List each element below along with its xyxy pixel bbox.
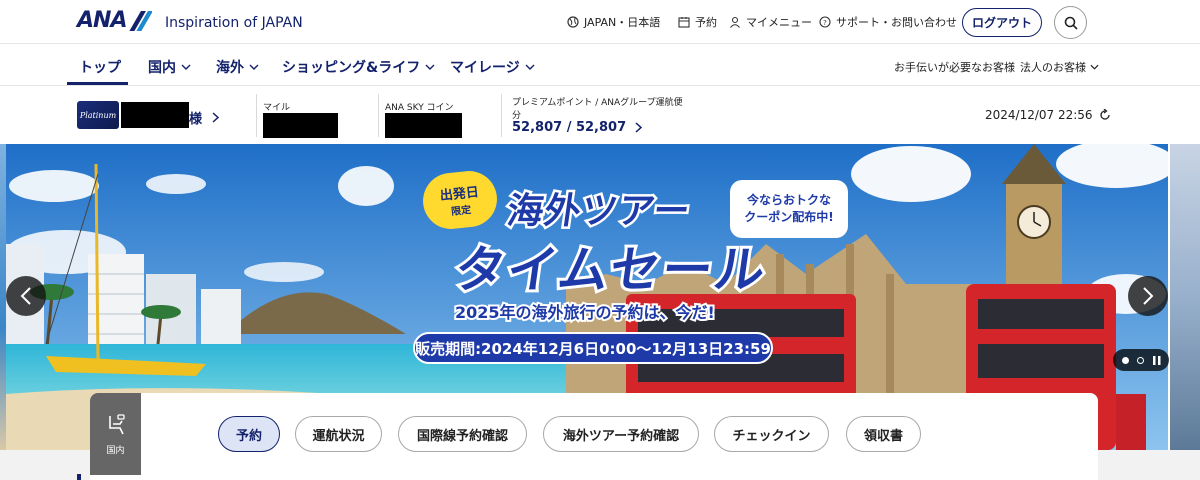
pill-label: 国際線予約確認: [416, 428, 508, 444]
coupon-line2: クーポン配布中!: [744, 210, 834, 224]
help-icon: ?: [819, 16, 831, 28]
carousel-dot-active[interactable]: [1121, 356, 1129, 364]
banner-subtitle: 2025年の海外旅行の予約は、今だ!: [453, 301, 717, 324]
logout-button[interactable]: ログアウト: [962, 8, 1042, 37]
coupon-bubble: 今ならおトクな クーポン配布中!: [730, 180, 848, 238]
nav-top[interactable]: トップ: [79, 57, 121, 77]
carousel-next-button[interactable]: [1128, 276, 1168, 316]
pill-label: 領収書: [863, 428, 903, 444]
carousel-controls: [1113, 349, 1169, 371]
user-icon: [730, 16, 740, 28]
sale-period: 販売期間:2024年12月6日0:00〜12月13日23:59: [413, 332, 773, 364]
nav-international[interactable]: 海外: [216, 57, 259, 77]
carousel-dot[interactable]: [1137, 356, 1144, 364]
chevron-right-icon: [212, 112, 220, 123]
timestamp-text: 2024/12/07 22:56: [985, 108, 1093, 122]
nav-domestic[interactable]: 国内: [148, 57, 191, 77]
main-nav: トップ 国内 海外 ショッピング&ライフ マイレージ お手伝いが必要なお客様 法…: [0, 45, 1200, 86]
overseas-tour-check-button[interactable]: 海外ツアー予約確認: [543, 416, 699, 452]
redacted-name: [121, 102, 189, 128]
nav-mileage[interactable]: マイレージ: [450, 57, 535, 77]
badge-line1: 出発日: [439, 185, 480, 205]
quick-booking-button[interactable]: 予約: [218, 416, 280, 452]
nav-shopping-life-label: ショッピング&ライフ: [282, 60, 421, 76]
check-in-button[interactable]: チェックイン: [714, 416, 829, 452]
divider: [256, 94, 257, 137]
nav-mileage-label: マイレージ: [450, 60, 520, 76]
membership-card-image[interactable]: Platinum: [77, 101, 119, 129]
badge-line2: 限定: [450, 204, 472, 218]
redacted-coins: [385, 113, 462, 138]
top-header: ANA Inspiration of JAPAN JAPAN・日本語 予約 マイ…: [0, 0, 1200, 44]
pill-label: 海外ツアー予約確認: [562, 428, 680, 444]
chevron-right-icon: [635, 122, 643, 133]
receipt-button[interactable]: 領収書: [846, 416, 921, 452]
search-icon: [1064, 16, 1078, 30]
booking-label: 予約: [695, 16, 717, 29]
svg-text:?: ?: [823, 19, 827, 27]
region-selector[interactable]: JAPAN・日本語: [567, 14, 660, 30]
premium-points-value: 52,807 / 52,807: [512, 120, 627, 135]
next-slide-peek: [1170, 144, 1200, 450]
ana-logo[interactable]: ANA: [77, 8, 153, 33]
nav-domestic-label: 国内: [148, 60, 176, 76]
tagline: Inspiration of JAPAN: [165, 15, 303, 31]
calendar-icon: [678, 17, 690, 28]
premium-points-label: プレミアムポイント / ANAグループ運航便: [512, 98, 683, 108]
divider: [501, 94, 502, 137]
banner-title-line1: 海外ツアー: [502, 189, 696, 235]
flight-status-button[interactable]: 運航状況: [295, 416, 382, 452]
pill-label: 予約: [235, 428, 262, 444]
booking-link[interactable]: 予約: [678, 14, 717, 30]
last-updated: 2024/12/07 22:56: [985, 108, 1111, 122]
chevron-down-icon: [1090, 64, 1099, 70]
nav-active-indicator: [67, 82, 128, 85]
pill-label: 運航状況: [312, 428, 365, 444]
member-name-link[interactable]: 様: [189, 108, 220, 127]
domestic-tab[interactable]: 国内: [90, 393, 141, 475]
globe-icon: [567, 16, 579, 28]
logo-text: ANA: [77, 8, 127, 33]
banner-title-line2: タイムセール: [448, 238, 773, 302]
logo-mark-icon: [128, 11, 153, 31]
carousel-prev-button[interactable]: [6, 276, 46, 316]
chevron-down-icon: [181, 64, 191, 70]
member-info-bar: Platinum 様 マイル ANA SKY コイン プレミアムポイント / A…: [0, 87, 1200, 144]
chevron-left-icon: [20, 287, 31, 305]
chevron-right-icon: [1143, 287, 1154, 305]
corporate-link[interactable]: 法人のお客様: [1020, 59, 1099, 75]
honorific: 様: [189, 112, 203, 127]
nav-international-label: 海外: [216, 60, 244, 76]
assist-link[interactable]: お手伝いが必要なお客様: [894, 59, 1015, 75]
coin-label: ANA SKY コイン: [385, 103, 454, 113]
assist-label: お手伝いが必要なお客様: [894, 61, 1015, 74]
my-menu-label: マイメニュー: [746, 16, 812, 29]
nav-top-label: トップ: [79, 60, 121, 76]
support-label: サポート・お問い合わせ: [836, 16, 957, 29]
nav-shopping-life[interactable]: ショッピング&ライフ: [282, 57, 435, 77]
seat-icon: [108, 413, 125, 434]
pause-icon[interactable]: [1152, 355, 1161, 365]
miles-label: マイル: [263, 103, 291, 113]
chevron-down-icon: [425, 64, 435, 70]
coupon-line1: 今ならおトクな: [746, 193, 831, 207]
intl-booking-check-button[interactable]: 国際線予約確認: [398, 416, 527, 452]
pill-label: チェックイン: [732, 428, 811, 444]
search-button[interactable]: [1054, 6, 1087, 39]
domestic-tab-label: 国内: [106, 445, 125, 456]
my-menu-link[interactable]: マイメニュー: [729, 14, 812, 30]
chevron-down-icon: [525, 64, 535, 70]
support-link[interactable]: ? サポート・お問い合わせ: [819, 14, 957, 30]
premium-points-link[interactable]: 52,807 / 52,807: [512, 120, 643, 135]
redacted-miles: [263, 113, 338, 138]
divider: [378, 94, 379, 137]
chevron-down-icon: [249, 64, 259, 70]
region-label: JAPAN・日本語: [584, 16, 661, 29]
refresh-icon[interactable]: [1099, 109, 1111, 121]
section-marker: [77, 474, 81, 480]
corporate-label: 法人のお客様: [1020, 61, 1086, 74]
